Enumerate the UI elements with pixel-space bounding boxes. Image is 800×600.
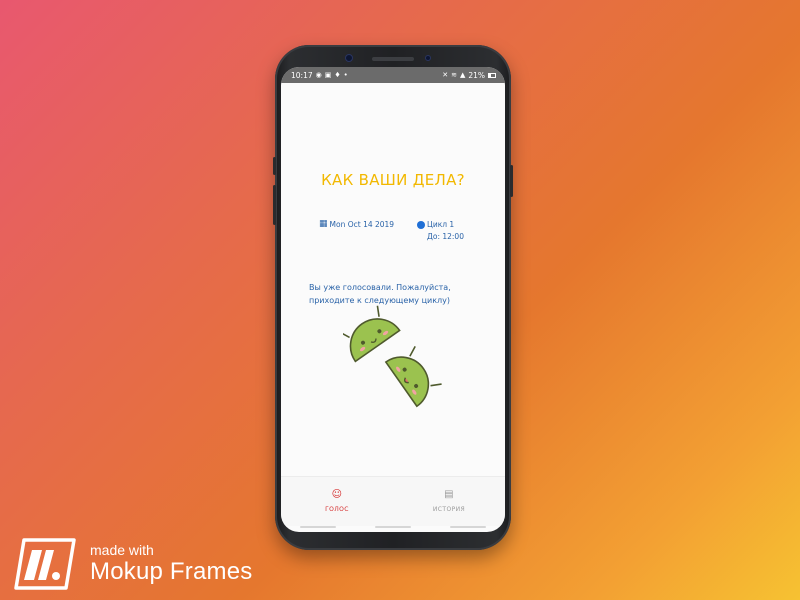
- cycle-info: Цикл 1 До: 12:00: [417, 219, 464, 243]
- cycle-label: Цикл 1: [427, 220, 455, 229]
- watermark-line2: Mokup Frames: [90, 558, 253, 585]
- volume-down-button: [273, 185, 276, 225]
- system-nav-indicators: [281, 526, 505, 528]
- nav-tab-history-label: ИСТОРИЯ: [432, 506, 466, 513]
- nav-tab-vote-label: ГОЛОС: [325, 506, 349, 513]
- info-icon[interactable]: [417, 221, 425, 229]
- status-time: 10:17: [291, 70, 313, 80]
- volume-up-button: [273, 157, 276, 175]
- android-mascots-illustration: [343, 305, 442, 408]
- battery-icon: [488, 72, 496, 78]
- nav-tab-history[interactable]: ▤ ИСТОРИЯ: [393, 477, 505, 526]
- smiley-icon: ☺: [331, 489, 343, 500]
- whatsapp-icon: ◉: [315, 70, 322, 79]
- watermark-line1: made with: [90, 542, 154, 558]
- calendar-icon: ▦: [319, 219, 328, 229]
- front-camera: [345, 54, 353, 62]
- sensor: [425, 55, 431, 61]
- image-icon: ▣: [324, 70, 332, 79]
- wifi-icon: ≋: [451, 70, 457, 79]
- date-text: Mon Oct 14 2019: [329, 219, 395, 229]
- mic-icon: ♦: [334, 70, 341, 79]
- signal-icon: ▲: [459, 70, 466, 79]
- document-icon: ▤: [444, 489, 454, 500]
- mute-icon: ✕: [442, 70, 449, 79]
- nav-indicator: [300, 526, 337, 528]
- battery-percent: 21%: [468, 70, 485, 80]
- nav-indicator: [449, 526, 486, 528]
- date-display: ▦ Mon Oct 14 2019: [319, 219, 394, 229]
- until-time: До: 12:00: [427, 232, 464, 241]
- status-bar: 10:17 ◉ ▣ ♦ • ✕ ≋ ▲ 21%: [281, 67, 505, 83]
- nav-tab-vote[interactable]: ☺ ГОЛОС: [281, 477, 393, 526]
- page-title: КАК ВАШИ ДЕЛА?: [321, 171, 465, 189]
- mokup-frames-watermark: made with Mokup Frames: [14, 538, 252, 590]
- power-button: [510, 165, 513, 197]
- bottom-navigation: ☺ ГОЛОС ▤ ИСТОРИЯ: [281, 476, 505, 526]
- dot-icon: •: [343, 70, 348, 79]
- earpiece-speaker: [372, 57, 414, 61]
- mokup-logo-icon: [14, 538, 76, 590]
- phone-frame: 10:17 ◉ ▣ ♦ • ✕ ≋ ▲ 21% КАК ВАШИ ДЕЛА? ▦…: [273, 45, 513, 550]
- nav-indicator: [374, 526, 411, 528]
- app-screen: 10:17 ◉ ▣ ♦ • ✕ ≋ ▲ 21% КАК ВАШИ ДЕЛА? ▦…: [281, 67, 505, 532]
